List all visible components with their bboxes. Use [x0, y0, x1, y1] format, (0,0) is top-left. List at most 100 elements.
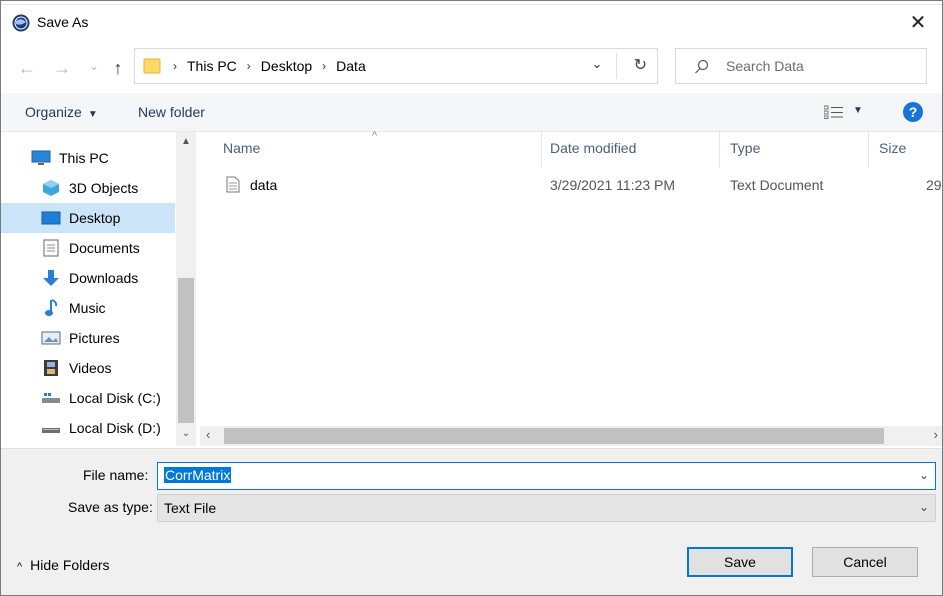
sidebar-item-documents[interactable]: Documents [1, 233, 175, 263]
close-button[interactable]: ✕ [904, 9, 932, 37]
sort-ascending-icon: ^ [372, 130, 378, 142]
recent-locations-button[interactable]: ⌄ [83, 55, 105, 77]
file-date: 3/29/2021 11:23 PM [550, 177, 676, 193]
back-button[interactable]: ← [16, 57, 38, 79]
column-header-type[interactable]: Type [730, 140, 760, 156]
save-type-label: Save as type: [68, 499, 153, 515]
search-input[interactable]: Search Data [726, 58, 804, 74]
chevron-down-icon: ▼ [87, 109, 98, 120]
download-icon [41, 268, 61, 288]
film-icon [41, 358, 61, 378]
scroll-right-icon[interactable]: › [934, 427, 938, 442]
save-type-select[interactable]: Text File ⌄ [157, 494, 936, 522]
command-bar: Organize ▼ New folder ▼ ? [1, 93, 942, 132]
sidebar-item-label: Local Disk (C:) [69, 390, 161, 406]
nav-scrollbar[interactable]: ▲ ⌄ [176, 132, 196, 446]
sidebar-item-label: Music [69, 300, 106, 316]
organize-button[interactable]: Organize ▼ [25, 104, 98, 120]
scroll-left-icon[interactable]: ‹ [206, 427, 210, 442]
app-icon [12, 14, 30, 32]
scroll-thumb[interactable] [224, 428, 884, 444]
navigation-pane: This PC 3D Objects Desktop Documents Dow… [1, 132, 197, 446]
sidebar-item-3d-objects[interactable]: 3D Objects [1, 173, 175, 203]
column-divider[interactable] [719, 132, 720, 168]
sidebar-item-pictures[interactable]: Pictures [1, 323, 175, 353]
drive-icon [41, 388, 61, 408]
cancel-button[interactable]: Cancel [812, 547, 918, 577]
file-list-hscrollbar[interactable]: ‹ › [200, 426, 942, 446]
breadcrumb: › This PC › Desktop › Data [169, 58, 372, 74]
sidebar-item-label: This PC [59, 150, 109, 166]
file-name-value[interactable]: CorrMatrix [164, 467, 232, 483]
breadcrumb-data[interactable]: Data [330, 58, 372, 74]
sidebar-item-desktop[interactable]: Desktop [1, 203, 175, 233]
view-options-icon[interactable] [824, 105, 844, 119]
breadcrumb-separator: › [173, 59, 177, 73]
drive-icon [41, 418, 61, 438]
scroll-down-icon[interactable]: ⌄ [176, 428, 196, 439]
title-bar[interactable]: Save As ✕ [1, 5, 942, 41]
sidebar-item-label: Local Disk (D:) [69, 420, 161, 436]
address-dropdown-icon[interactable]: ⌄ [587, 56, 607, 72]
picture-icon [41, 328, 61, 348]
address-bar[interactable]: › This PC › Desktop › Data ⌄ ↻ [134, 48, 658, 84]
address-divider [616, 53, 617, 79]
sidebar-item-label: Videos [69, 360, 112, 376]
scroll-up-icon[interactable]: ▲ [176, 136, 196, 147]
chevron-down-icon[interactable]: ⌄ [919, 468, 929, 482]
organize-label: Organize [25, 104, 82, 120]
breadcrumb-this-pc[interactable]: This PC [181, 58, 243, 74]
document-icon [41, 238, 61, 258]
hide-folders-label: Hide Folders [30, 557, 110, 573]
sidebar-item-label: Pictures [69, 330, 120, 346]
search-icon [695, 59, 709, 74]
save-options-panel: File name: CorrMatrix ⌄ Save as type: Te… [1, 448, 942, 595]
monitor-icon [31, 148, 51, 168]
file-type: Text Document [730, 177, 824, 193]
sidebar-item-videos[interactable]: Videos [1, 353, 175, 383]
file-list: ^ Name Date modified Type Size data 3/29… [200, 130, 942, 426]
sidebar-item-music[interactable]: Music [1, 293, 175, 323]
music-note-icon [41, 298, 61, 318]
scroll-thumb[interactable] [178, 278, 194, 423]
hide-folders-button[interactable]: ^ Hide Folders [17, 557, 110, 573]
column-header-date[interactable]: Date modified [550, 140, 636, 156]
help-icon[interactable]: ? [903, 102, 923, 122]
file-name: data [250, 177, 278, 193]
sidebar-item-label: Documents [69, 240, 140, 256]
table-row[interactable]: data 3/29/2021 11:23 PM Text Document 29 [200, 172, 942, 198]
window-title: Save As [37, 14, 89, 30]
sidebar-item-downloads[interactable]: Downloads [1, 263, 175, 293]
file-size: 29 [926, 177, 942, 193]
breadcrumb-separator[interactable]: › [243, 59, 255, 73]
search-box[interactable]: Search Data [675, 48, 927, 84]
view-dropdown-icon[interactable]: ▼ [853, 105, 863, 116]
column-header-size[interactable]: Size [879, 140, 906, 156]
column-header-name[interactable]: Name [223, 140, 260, 156]
chevron-down-icon[interactable]: ⌄ [919, 500, 929, 514]
column-divider[interactable] [541, 132, 542, 168]
breadcrumb-separator[interactable]: › [318, 59, 330, 73]
new-folder-button[interactable]: New folder [138, 104, 205, 120]
up-button[interactable]: ↑ [107, 57, 129, 79]
refresh-icon[interactable]: ↻ [634, 55, 647, 75]
sidebar-item-this-pc[interactable]: This PC [1, 143, 175, 173]
sidebar-item-label: Desktop [69, 210, 121, 226]
column-divider[interactable] [868, 132, 869, 168]
forward-button[interactable]: → [51, 57, 73, 79]
sidebar-item-label: 3D Objects [69, 180, 139, 196]
sidebar-item-local-disk-d[interactable]: Local Disk (D:) [1, 413, 175, 443]
cube-icon [41, 178, 61, 198]
save-button[interactable]: Save [687, 547, 793, 577]
file-name-label: File name: [83, 467, 149, 483]
save-as-dialog: Save As ✕ ← → ⌄ ↑ › This PC › Desktop › … [0, 0, 943, 596]
folder-icon [143, 58, 161, 74]
chevron-up-icon: ^ [17, 561, 23, 573]
desktop-icon [41, 208, 61, 228]
save-type-value: Text File [164, 500, 217, 516]
text-file-icon [226, 176, 240, 193]
breadcrumb-desktop[interactable]: Desktop [255, 58, 318, 74]
file-name-field[interactable]: CorrMatrix ⌄ [157, 462, 936, 490]
sidebar-item-local-disk-c[interactable]: Local Disk (C:) [1, 383, 175, 413]
sidebar-item-label: Downloads [69, 270, 139, 286]
